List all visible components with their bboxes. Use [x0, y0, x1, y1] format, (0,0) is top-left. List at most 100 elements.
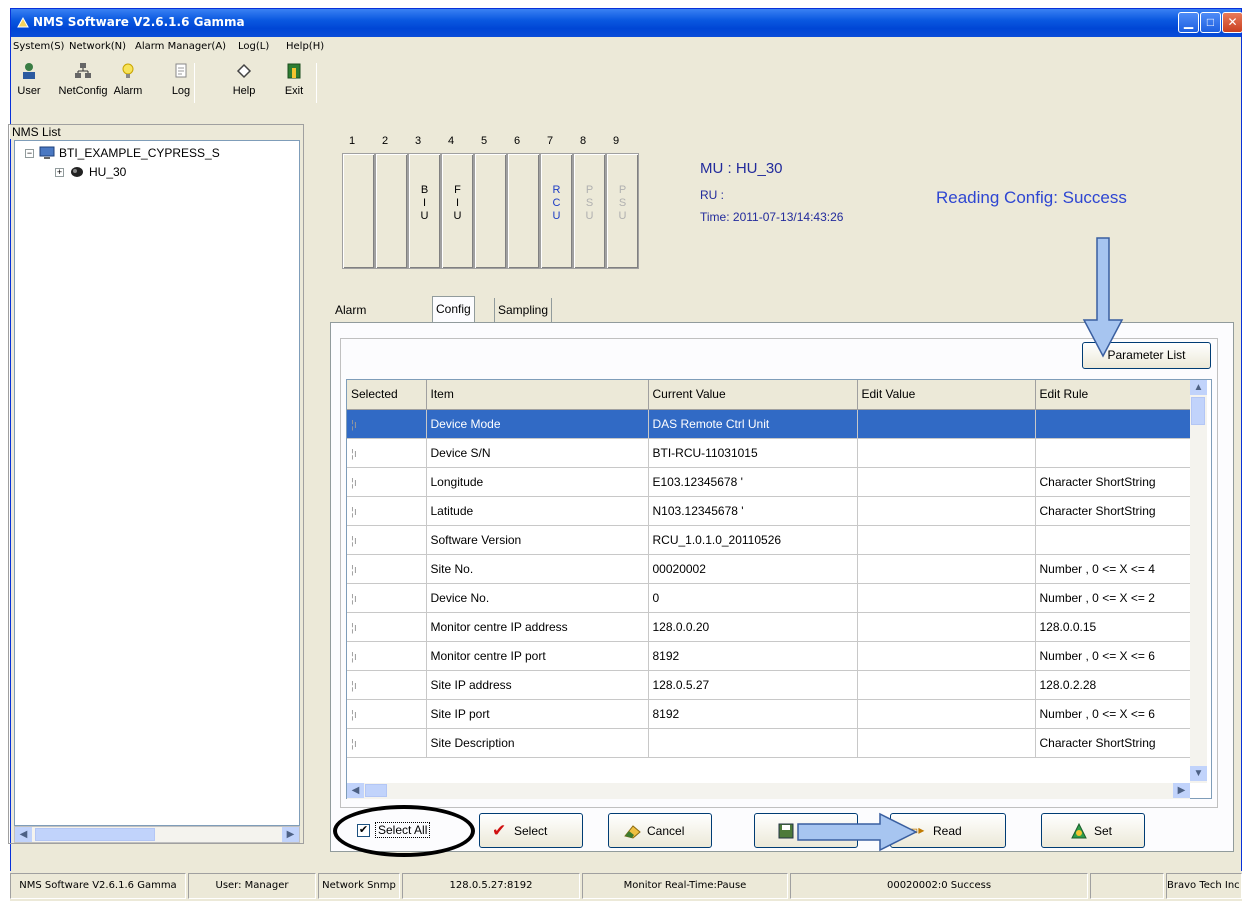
slot-8-psu[interactable]: P S U [573, 153, 606, 269]
edit-value-cell[interactable] [857, 583, 1036, 613]
scroll-left-icon[interactable]: ◀ [347, 783, 364, 798]
select-button[interactable]: ✔ Select [479, 813, 583, 848]
edit-value-cell[interactable] [857, 728, 1036, 758]
cancel-button[interactable]: Cancel [608, 813, 712, 848]
scroll-thumb[interactable] [365, 784, 387, 797]
collapse-icon[interactable]: − [25, 149, 34, 158]
menu-alarm-manager[interactable]: Alarm Manager(A) [135, 41, 226, 52]
edit-rule-cell: Character ShortString [1035, 467, 1196, 497]
row-selected-cell[interactable]: ¦ı [347, 728, 427, 758]
scroll-left-icon[interactable]: ◀ [15, 827, 32, 842]
scroll-right-icon[interactable]: ▶ [1173, 783, 1190, 798]
row-selected-cell[interactable]: ¦ı [347, 438, 427, 468]
exit-tool-label: Exit [284, 85, 304, 97]
config-grid[interactable]: Selected Item Current Value Edit Value E… [346, 379, 1212, 799]
slot-label: P S U [618, 184, 627, 222]
expand-icon[interactable]: + [55, 168, 64, 177]
column-header-item[interactable]: Item [426, 380, 649, 410]
exit-tool-button[interactable]: Exit [264, 61, 324, 97]
slot-number: 8 [579, 135, 587, 147]
edit-value-cell[interactable] [857, 438, 1036, 468]
table-row[interactable]: ¦ı Monitor centre IP port 8192 Number , 0 <… [347, 641, 1196, 671]
current-value-cell: 128.0.5.27 [648, 670, 858, 700]
slot-3-biu[interactable]: B I U [408, 153, 441, 269]
slot-5[interactable] [474, 153, 507, 269]
row-selected-cell[interactable]: ¦ı [347, 583, 427, 613]
grid-vertical-scrollbar[interactable]: ▲ ▼ [1190, 380, 1207, 783]
edit-value-cell[interactable] [857, 699, 1036, 729]
scroll-right-icon[interactable]: ▶ [282, 827, 299, 842]
menu-system[interactable]: System(S) [13, 41, 64, 52]
table-row[interactable]: ¦ı Site Description Character ShortString [347, 728, 1196, 758]
edit-value-cell[interactable] [857, 496, 1036, 526]
title-bar[interactable]: NMS Software V2.6.1.6 Gamma ▁ □ ✕ [11, 9, 1243, 37]
row-selected-cell[interactable]: ¦ı [347, 496, 427, 526]
table-row[interactable]: ¦ı Site IP address 128.0.5.27 128.0.2.28 [347, 670, 1196, 700]
row-selected-cell[interactable]: ¦ı [347, 612, 427, 642]
table-row[interactable]: ¦ı Device S/N BTI-RCU-11031015 [347, 438, 1196, 468]
grid-horizontal-scrollbar[interactable]: ◀ ▶ [347, 783, 1190, 799]
minimize-button[interactable]: ▁ [1178, 12, 1199, 33]
scroll-thumb[interactable] [35, 828, 155, 841]
edit-value-cell[interactable] [857, 409, 1036, 439]
edit-value-cell[interactable] [857, 670, 1036, 700]
nms-tree[interactable]: − BTI_EXAMPLE_CYPRESS_S + HU_30 [14, 140, 300, 826]
close-button[interactable]: ✕ [1222, 12, 1243, 33]
row-selected-cell[interactable]: ¦ı [347, 670, 427, 700]
table-row[interactable]: ¦ı Longitude E103.12345678 ' Character Shor… [347, 467, 1196, 497]
slot-1[interactable] [342, 153, 375, 269]
row-selected-cell[interactable]: ¦ı [347, 525, 427, 555]
column-header-selected[interactable]: Selected [347, 380, 427, 410]
user-tool-button[interactable]: User [0, 61, 59, 97]
slot-label: B I U [420, 184, 429, 222]
slot-4-fiu[interactable]: F I U [441, 153, 474, 269]
slot-2[interactable] [375, 153, 408, 269]
table-row[interactable]: ¦ı Device Mode DAS Remote Ctrl Unit [347, 409, 1196, 439]
slot-number: 6 [513, 135, 521, 147]
scroll-up-icon[interactable]: ▲ [1190, 380, 1207, 395]
item-cell: Site No. [426, 554, 649, 584]
tab-sampling[interactable]: Sampling [494, 298, 553, 322]
menu-log[interactable]: Log(L) [238, 41, 269, 52]
row-selected-cell[interactable]: ¦ı [347, 554, 427, 584]
column-header-edit-rule[interactable]: Edit Rule [1035, 380, 1196, 410]
status-result: 00020002:0 Success [790, 873, 1088, 899]
column-header-edit-value[interactable]: Edit Value [857, 380, 1036, 410]
row-selected-cell[interactable]: ¦ı [347, 409, 427, 439]
tab-alarm-status[interactable]: Alarm Status [332, 298, 372, 341]
slot-6[interactable] [507, 153, 540, 269]
slot-9-psu[interactable]: P S U [606, 153, 639, 269]
row-selected-cell[interactable]: ¦ı [347, 467, 427, 497]
set-button[interactable]: Set [1041, 813, 1145, 848]
slot-label: F I U [453, 184, 462, 222]
edit-value-cell[interactable] [857, 612, 1036, 642]
menu-help[interactable]: Help(H) [286, 41, 324, 52]
tab-config[interactable]: Config [432, 296, 475, 322]
reading-status: Reading Config: Success [936, 188, 1127, 207]
table-row[interactable]: ¦ı Latitude N103.12345678 ' Character Short… [347, 496, 1196, 526]
nms-list-title: NMS List [10, 125, 63, 139]
alarm-tool-button[interactable]: Alarm [98, 61, 158, 97]
table-row[interactable]: ¦ı Monitor centre IP address 128.0.0.20 128… [347, 612, 1196, 642]
edit-value-cell[interactable] [857, 467, 1036, 497]
column-header-current-value[interactable]: Current Value [648, 380, 858, 410]
scroll-thumb[interactable] [1191, 397, 1205, 425]
edit-value-cell[interactable] [857, 554, 1036, 584]
table-row[interactable]: ¦ı Device No. 0 Number , 0 <= X <= 2 [347, 583, 1196, 613]
row-selected-cell[interactable]: ¦ı [347, 699, 427, 729]
menu-network[interactable]: Network(N) [69, 41, 126, 52]
edit-value-cell[interactable] [857, 525, 1036, 555]
edit-rule-cell [1035, 409, 1196, 439]
log-tool-button[interactable]: Log [151, 61, 211, 97]
edit-value-cell[interactable] [857, 641, 1036, 671]
item-cell: Monitor centre IP port [426, 641, 649, 671]
table-row[interactable]: ¦ı Software Version RCU_1.0.1.0_20110526 [347, 525, 1196, 555]
scroll-down-icon[interactable]: ▼ [1190, 766, 1207, 781]
slot-7-rcu[interactable]: R C U [540, 153, 573, 269]
table-row[interactable]: ¦ı Site No. 00020002 Number , 0 <= X <= 4 [347, 554, 1196, 584]
time-label: Time: 2011-07-13/14:43:26 [700, 210, 844, 224]
row-selected-cell[interactable]: ¦ı [347, 641, 427, 671]
table-row[interactable]: ¦ı Site IP port 8192 Number , 0 <= X <= 6 [347, 699, 1196, 729]
tree-horizontal-scrollbar[interactable]: ◀ ▶ [14, 826, 300, 843]
maximize-button[interactable]: □ [1200, 12, 1221, 33]
